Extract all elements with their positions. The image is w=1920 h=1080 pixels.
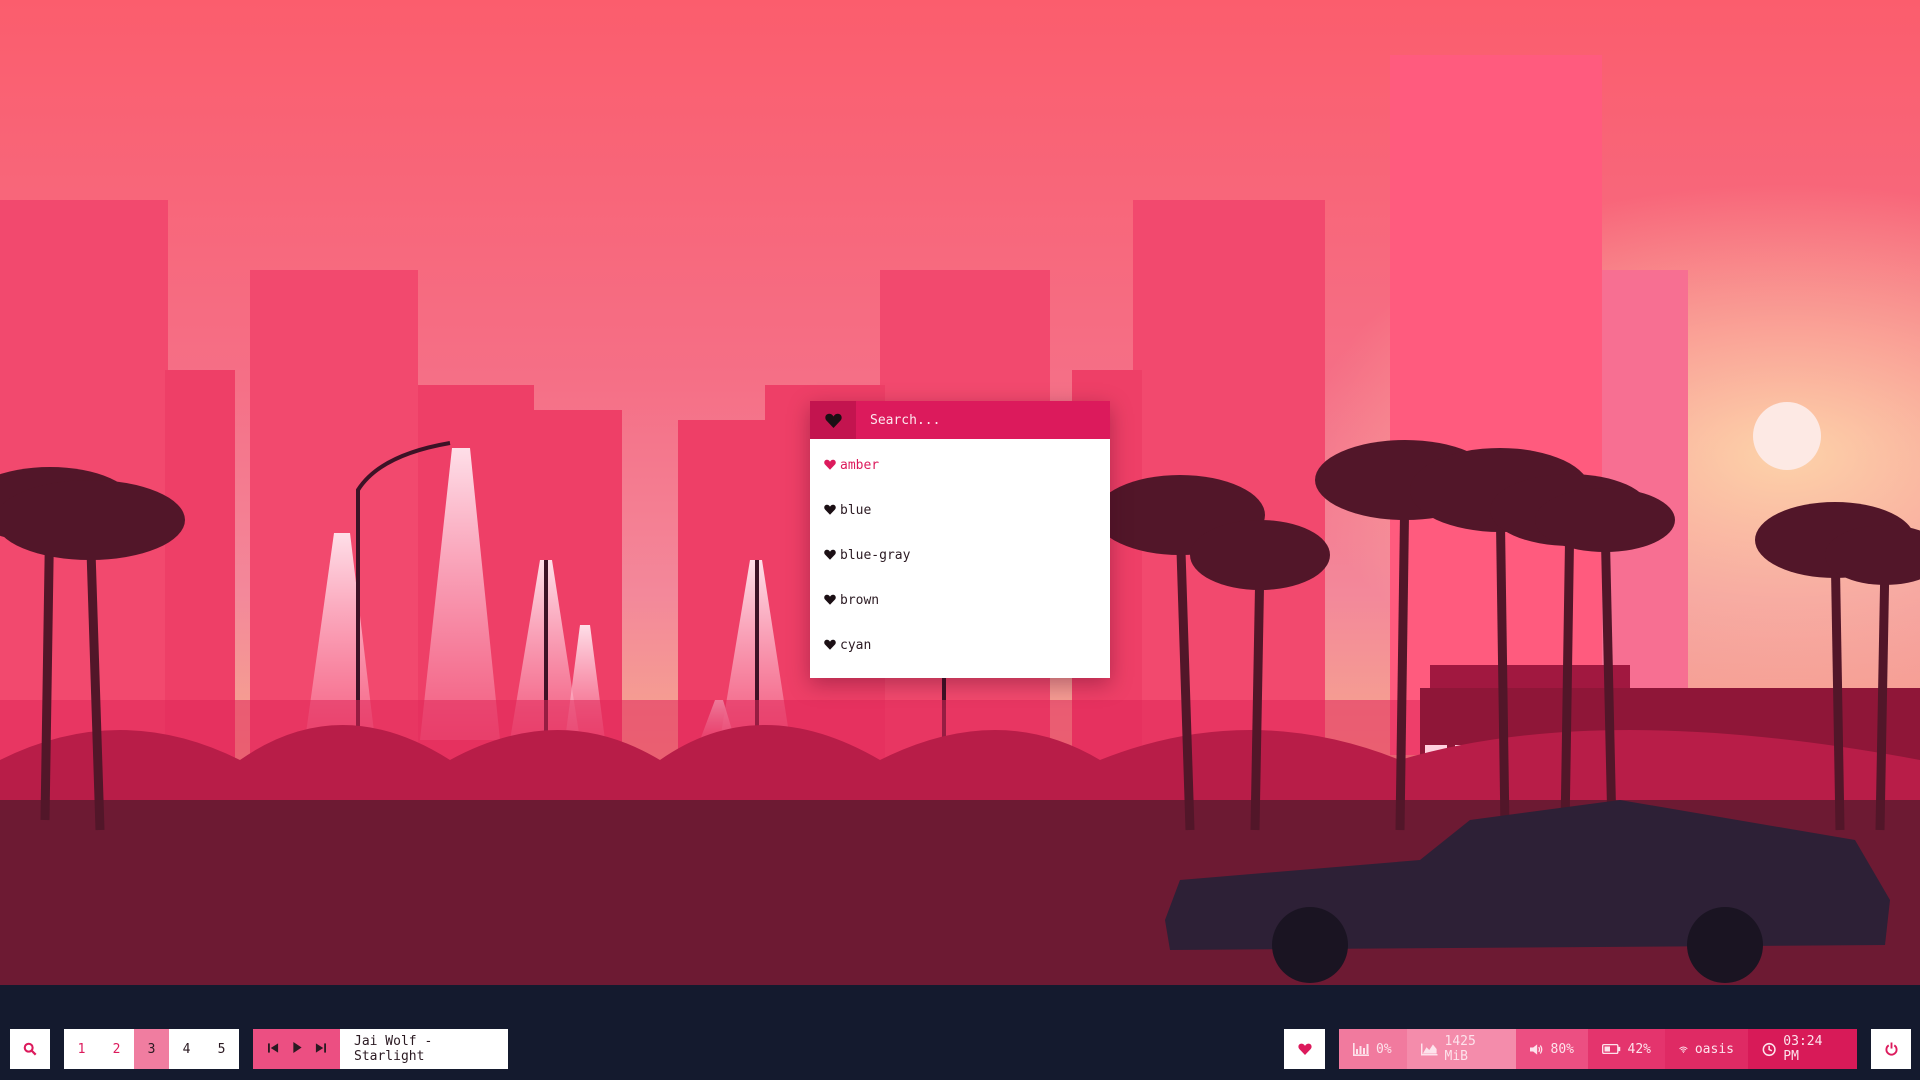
search-button[interactable] <box>10 1029 50 1069</box>
search-icon <box>23 1042 37 1056</box>
cpu-module[interactable]: 0% <box>1339 1029 1407 1069</box>
cpu-icon <box>1353 1042 1369 1056</box>
heart-icon <box>824 549 840 563</box>
workspace-4[interactable]: 4 <box>169 1029 204 1069</box>
list-item[interactable]: brown <box>810 578 1110 623</box>
clock-icon <box>1762 1042 1776 1056</box>
launcher-menu: Search... amber blue blue-gray brown cya… <box>810 401 1110 678</box>
cpu-value: 0% <box>1376 1041 1392 1057</box>
heart-icon <box>824 594 840 608</box>
workspace-3[interactable]: 3 <box>134 1029 169 1069</box>
list-item-label: cyan <box>840 638 872 653</box>
workspace-5[interactable]: 5 <box>204 1029 239 1069</box>
battery-module[interactable]: 42% <box>1588 1029 1665 1069</box>
battery-icon <box>1602 1043 1621 1055</box>
clock-time: 03:24 PM <box>1783 1034 1823 1064</box>
list-item[interactable]: amber <box>810 443 1110 488</box>
heart-icon <box>824 504 840 518</box>
power-button[interactable] <box>1871 1029 1911 1069</box>
workspace-switcher: 1 2 3 4 5 <box>64 1029 239 1069</box>
list-item-label: amber <box>840 458 880 473</box>
launcher-search-bar[interactable]: Search... <box>810 401 1110 439</box>
media-controls <box>253 1029 340 1069</box>
battery-value: 42% <box>1627 1041 1651 1057</box>
list-item-label: brown <box>840 593 880 608</box>
workspace-1[interactable]: 1 <box>64 1029 99 1069</box>
prev-icon[interactable] <box>267 1042 279 1057</box>
wifi-ssid: oasis <box>1694 1041 1734 1057</box>
favorite-button[interactable] <box>1284 1029 1325 1069</box>
launcher-list: amber blue blue-gray brown cyan <box>810 439 1110 668</box>
workspace-2[interactable]: 2 <box>99 1029 134 1069</box>
now-playing: Jai Wolf - Starlight <box>340 1029 508 1069</box>
memory-module[interactable]: 1425 MiB <box>1407 1029 1516 1069</box>
next-icon[interactable] <box>315 1042 326 1057</box>
heart-icon <box>810 401 856 439</box>
volume-value: 80% <box>1550 1041 1574 1057</box>
memory-value: 1425 MiB <box>1444 1034 1476 1064</box>
heart-icon <box>824 459 840 473</box>
search-input[interactable]: Search... <box>856 401 1110 439</box>
heart-icon <box>1297 1043 1312 1055</box>
volume-module[interactable]: 80% <box>1516 1029 1588 1069</box>
list-item[interactable]: blue-gray <box>810 533 1110 578</box>
clock-module[interactable]: 03:24 PM <box>1748 1029 1857 1069</box>
list-item-label: blue-gray <box>840 548 911 563</box>
list-item[interactable]: blue <box>810 488 1110 533</box>
wifi-icon <box>1679 1046 1688 1053</box>
wifi-module[interactable]: oasis <box>1665 1029 1748 1069</box>
list-item[interactable]: cyan <box>810 623 1110 668</box>
status-modules: 0% 1425 MiB 80% 42% oasis 03:24 PM <box>1339 1029 1857 1069</box>
volume-icon <box>1530 1043 1543 1055</box>
play-icon[interactable] <box>292 1041 302 1057</box>
power-icon <box>1884 1042 1898 1056</box>
heart-icon <box>824 639 840 653</box>
list-item-label: blue <box>840 503 872 518</box>
memory-icon <box>1421 1043 1438 1055</box>
